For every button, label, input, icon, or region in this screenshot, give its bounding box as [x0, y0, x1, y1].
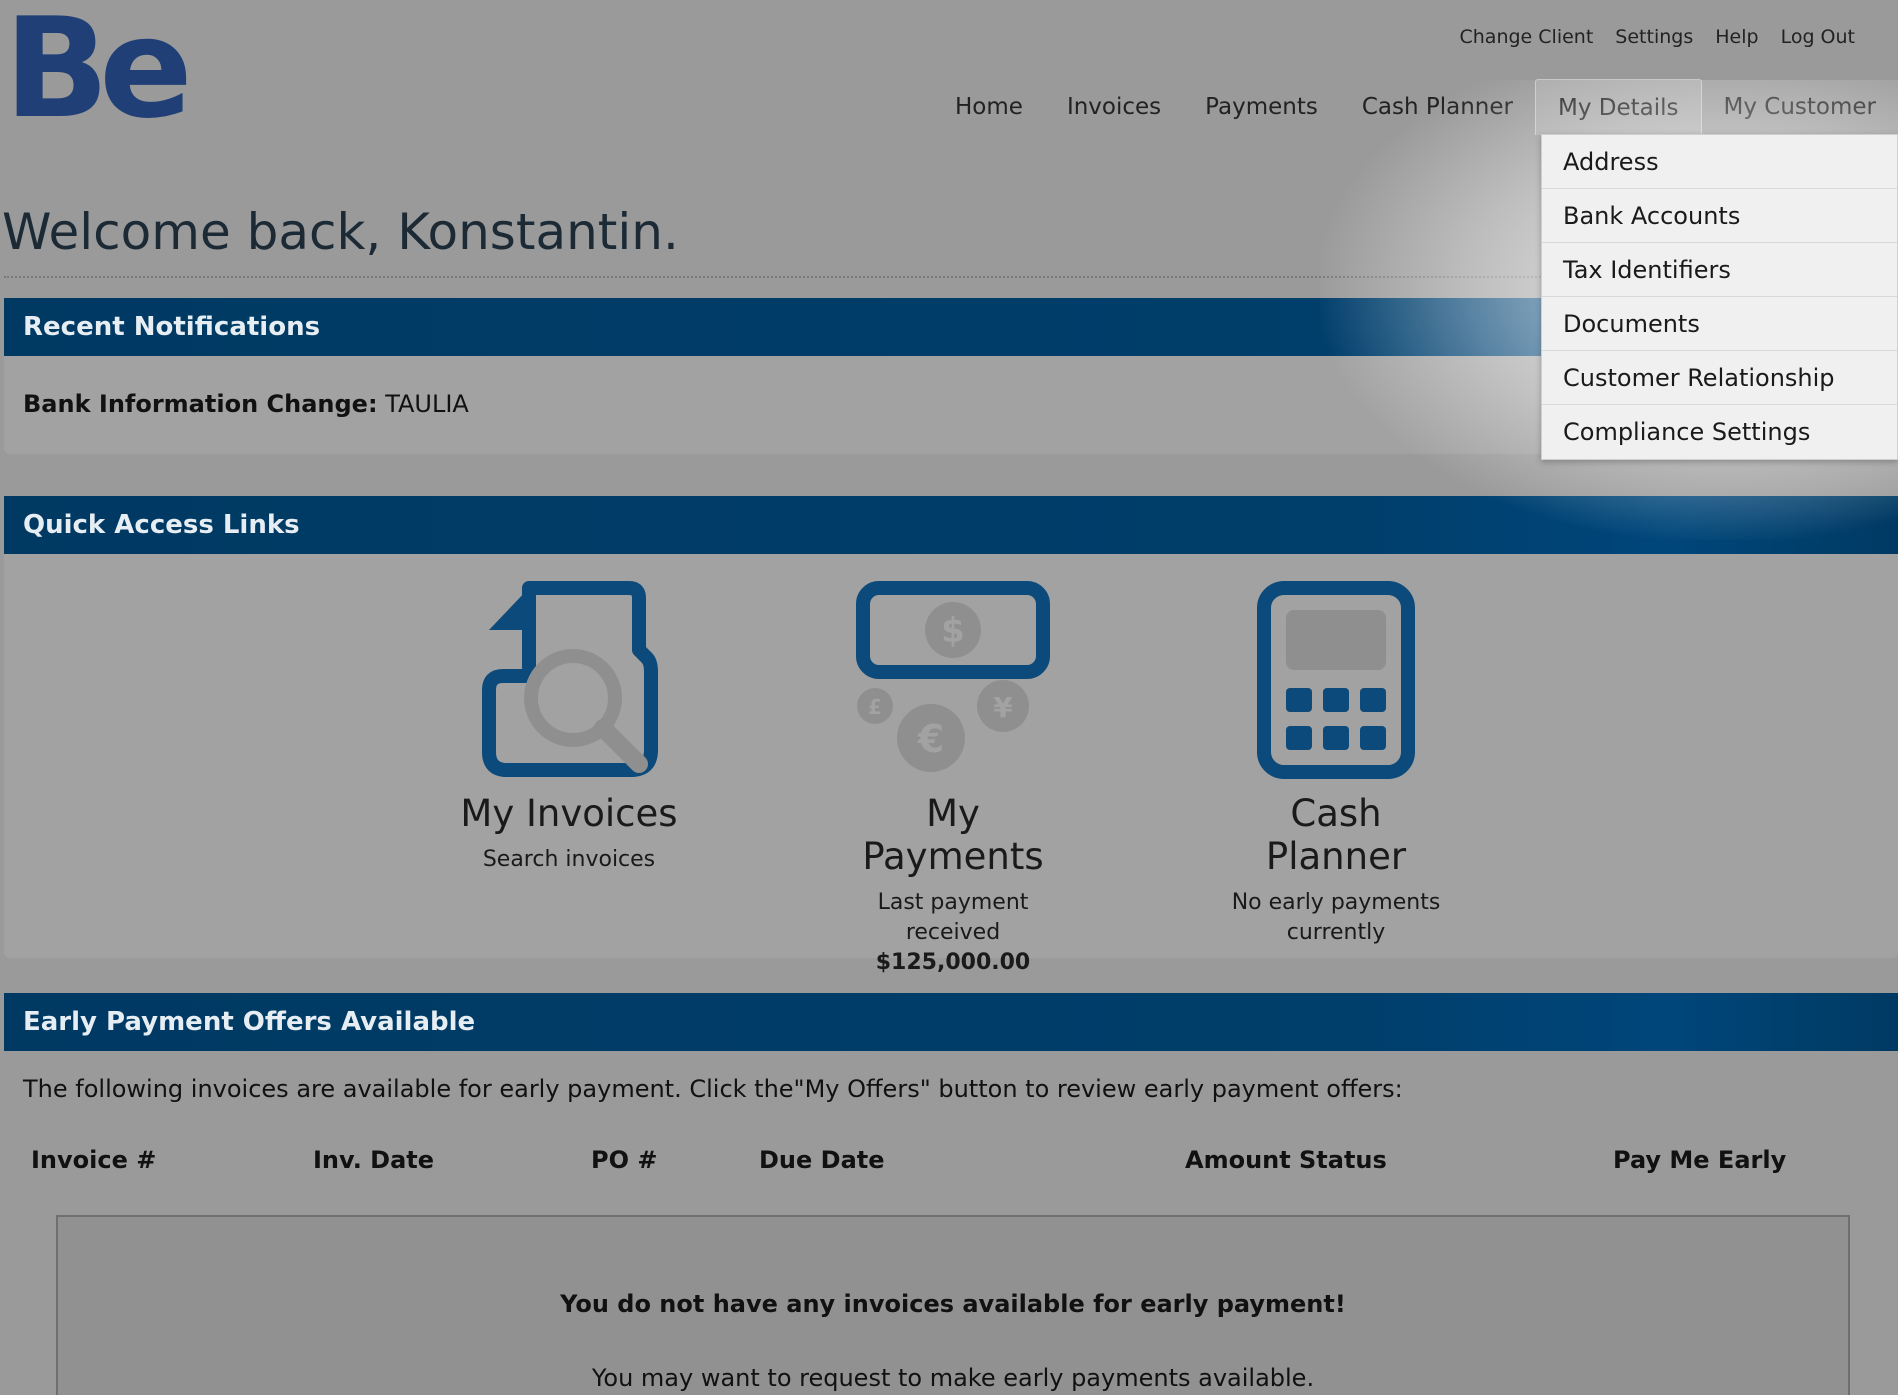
logo-text: Bell	[4, 8, 190, 122]
nav-my-details[interactable]: My Details	[1534, 79, 1702, 135]
empty-title: You do not have any invoices available f…	[560, 1290, 1346, 1318]
quick-links-header: Quick Access Links	[4, 496, 1898, 554]
utility-nav: Change Client Settings Help Log Out	[1460, 26, 1856, 48]
column-amount[interactable]: Amount	[1185, 1146, 1291, 1174]
money-icon: $ £ ¥ €	[856, 581, 1050, 772]
column-status[interactable]: Status	[1299, 1146, 1387, 1174]
quick-link-my-payments[interactable]: $ £ ¥ € My Payments Last payment receive…	[833, 580, 1073, 978]
quick-link-title: My Payments	[862, 792, 1044, 878]
early-payment-intro: The following invoices are available for…	[23, 1075, 1403, 1103]
notification-label: Bank Information Change:	[23, 390, 378, 418]
nav-cash-planner[interactable]: Cash Planner	[1340, 79, 1535, 135]
svg-text:€: €	[917, 717, 944, 761]
change-client-link[interactable]: Change Client	[1460, 26, 1594, 48]
quick-link-title: Cash Planner	[1265, 792, 1407, 878]
quick-link-subtitle: Last payment received $125,000.00	[833, 888, 1073, 978]
svg-text:$: $	[941, 611, 965, 651]
help-link[interactable]: Help	[1715, 26, 1758, 48]
early-payment-header: Early Payment Offers Available	[4, 993, 1898, 1051]
nav-my-customer[interactable]: My Customer	[1702, 79, 1898, 135]
quick-link-subtitle: Search invoices	[482, 847, 656, 872]
log-out-link[interactable]: Log Out	[1781, 26, 1855, 48]
settings-link[interactable]: Settings	[1615, 26, 1693, 48]
nav-invoices[interactable]: Invoices	[1045, 79, 1183, 135]
my-details-dropdown: Address Bank Accounts Tax Identifiers Do…	[1541, 134, 1898, 460]
nav-home[interactable]: Home	[933, 79, 1045, 135]
invoice-search-icon	[482, 581, 658, 777]
svg-text:¥: ¥	[993, 691, 1013, 724]
menu-item-tax-identifiers[interactable]: Tax Identifiers	[1542, 243, 1897, 297]
bell-logo[interactable]: Bell	[4, 8, 190, 122]
divider	[4, 276, 1564, 278]
column-invoice-date[interactable]: Inv. Date	[313, 1146, 434, 1174]
welcome-heading: Welcome back, Konstantin.	[2, 203, 679, 261]
empty-subtitle: You may want to request to make early pa…	[591, 1364, 1315, 1392]
nav-payments[interactable]: Payments	[1183, 79, 1340, 135]
quick-link-subtitle: No early payments currently	[1231, 890, 1441, 945]
calculator-icon	[1257, 581, 1415, 779]
main-nav: Home Invoices Payments Cash Planner My D…	[933, 79, 1898, 135]
column-due-date[interactable]: Due Date	[759, 1146, 885, 1174]
column-pay-me-early[interactable]: Pay Me Early	[1613, 1146, 1786, 1174]
quick-link-title: My Invoices	[460, 792, 678, 835]
notification-value: TAULIA	[385, 390, 469, 418]
menu-item-compliance-settings[interactable]: Compliance Settings	[1542, 405, 1897, 459]
empty-invoices-box: You do not have any invoices available f…	[56, 1215, 1850, 1395]
last-payment-amount: $125,000.00	[875, 950, 1031, 975]
menu-item-customer-relationship[interactable]: Customer Relationship	[1542, 351, 1897, 405]
svg-text:£: £	[868, 695, 882, 719]
page: Bell Change Client Settings Help Log Out…	[0, 0, 1898, 1395]
column-po-number[interactable]: PO #	[591, 1146, 657, 1174]
menu-item-documents[interactable]: Documents	[1542, 297, 1897, 351]
column-invoice-number[interactable]: Invoice #	[31, 1146, 156, 1174]
quick-link-my-invoices[interactable]: My Invoices Search invoices	[449, 580, 689, 875]
menu-item-bank-accounts[interactable]: Bank Accounts	[1542, 189, 1897, 243]
notification-item[interactable]: Bank Information Change: TAULIA	[23, 390, 469, 418]
quick-link-cash-planner[interactable]: Cash Planner No early payments currently	[1216, 580, 1456, 948]
menu-item-address[interactable]: Address	[1542, 135, 1897, 189]
